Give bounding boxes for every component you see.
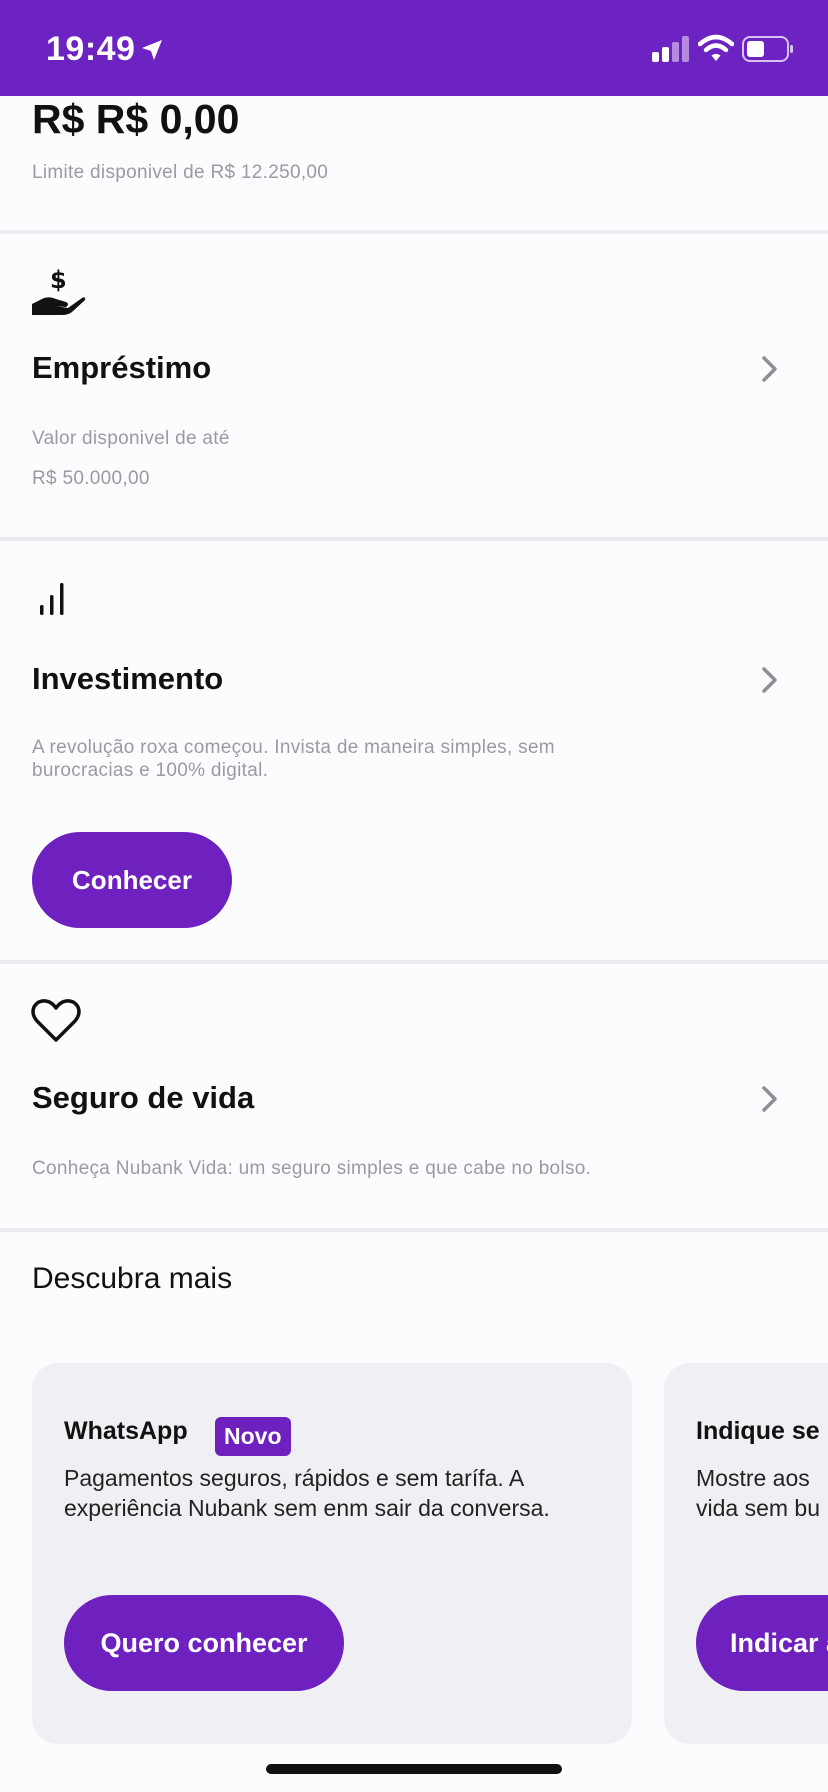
- heart-icon: [31, 999, 81, 1042]
- home-indicator[interactable]: [266, 1764, 562, 1774]
- status-time: 19:49: [46, 30, 136, 68]
- card-text-line1: Mostre aos: [696, 1465, 810, 1491]
- chevron-right-icon: [762, 356, 777, 382]
- investment-description-line2: burocracias e 100% digital.: [32, 760, 269, 781]
- card-text: Pagamentos seguros, rápidos e sem tarífa…: [64, 1463, 624, 1523]
- conhecer-button[interactable]: Conhecer: [32, 832, 232, 928]
- investment-section[interactable]: Investimento A revolução roxa começou. I…: [0, 541, 828, 960]
- life-insurance-description: Conheça Nubank Vida: um seguro simples e…: [32, 1158, 592, 1179]
- location-arrow-icon: [142, 40, 162, 60]
- status-bar: 19:49: [0, 0, 828, 96]
- indicar-button[interactable]: Indicar a: [696, 1595, 828, 1691]
- chevron-right-icon: [762, 1086, 777, 1112]
- loan-value: R$ 50.000,00: [32, 468, 150, 489]
- indique-card[interactable]: Indique se Mostre aos vida sem bu Indica…: [664, 1363, 828, 1744]
- screen: 19:49 R$ R$ 0,00 Limite disponivel de R$…: [0, 0, 828, 1792]
- bar-chart-icon: [40, 583, 64, 615]
- card-text-line1: Pagamentos seguros, rápidos e sem tarífa…: [64, 1465, 525, 1491]
- battery-icon: [742, 36, 793, 62]
- investment-description-line1: A revolução roxa começou. Invista de man…: [32, 737, 555, 758]
- life-insurance-title: Seguro de vida: [32, 1080, 255, 1115]
- loan-title: Empréstimo: [32, 350, 212, 385]
- new-badge: Novo: [215, 1417, 291, 1456]
- card-text: Mostre aos vida sem bu: [696, 1463, 828, 1523]
- card-title: WhatsApp: [64, 1417, 188, 1445]
- card-balance-amount: R$ R$ 0,00: [32, 96, 240, 142]
- whatsapp-card[interactable]: WhatsApp Novo Pagamentos seguros, rápido…: [32, 1363, 632, 1744]
- card-text-line2: experiência Nubank sem enm sair da conve…: [64, 1495, 550, 1521]
- quero-conhecer-button[interactable]: Quero conhecer: [64, 1595, 344, 1691]
- wifi-icon: [698, 34, 734, 61]
- life-insurance-section[interactable]: Seguro de vida Conheça Nubank Vida: um s…: [0, 964, 828, 1228]
- cellular-signal-icon: [652, 36, 689, 62]
- money-hand-icon: $: [32, 266, 86, 315]
- loan-subtitle: Valor disponivel de até: [32, 428, 230, 449]
- divider: [0, 1228, 828, 1232]
- loan-section[interactable]: $ Empréstimo Valor disponivel de até R$ …: [0, 234, 828, 537]
- card-limit-text: Limite disponivel de R$ 12.250,00: [32, 162, 329, 183]
- card-text-line2: vida sem bu: [696, 1495, 821, 1521]
- investment-title: Investimento: [32, 661, 224, 696]
- chevron-right-icon: [762, 667, 777, 693]
- card-title: Indique se: [696, 1417, 820, 1445]
- svg-text:$: $: [50, 266, 67, 294]
- credit-card-section[interactable]: R$ R$ 0,00 Limite disponivel de R$ 12.25…: [0, 96, 828, 230]
- discover-title: Descubra mais: [32, 1262, 233, 1295]
